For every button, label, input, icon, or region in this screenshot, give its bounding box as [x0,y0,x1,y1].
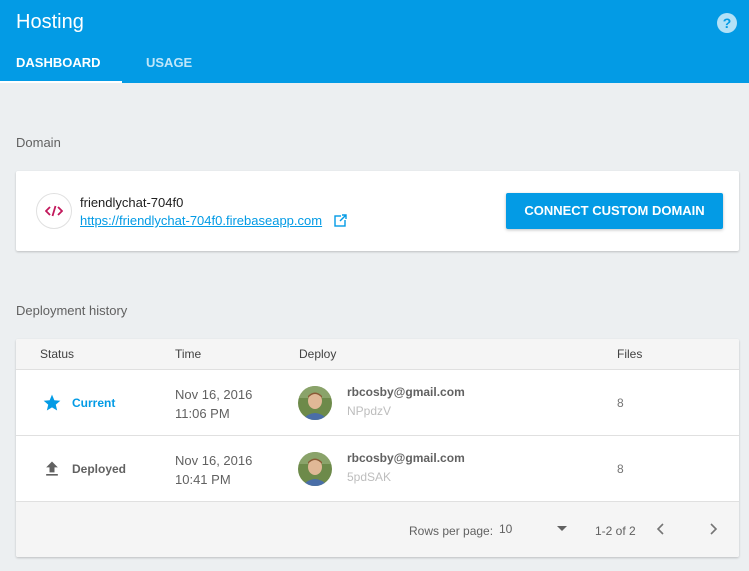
deploy-date: Nov 16, 2016 [175,453,253,468]
help-icon[interactable]: ? [717,13,737,33]
deployment-table: Status Time Deploy Files Current Nov 16,… [16,339,739,557]
file-count: 8 [617,396,624,410]
deploy-hash: NPpdzV [347,404,392,418]
deploy-time: Nov 16, 2016 10:41 PM [175,451,252,489]
table-row[interactable]: Current Nov 16, 2016 11:06 PM rbcosby@gm… [16,370,739,436]
tab-bar: DASHBOARD USAGE [0,42,216,83]
dropdown-arrow-icon[interactable] [557,526,567,531]
chevron-right-icon[interactable] [705,520,721,538]
star-icon [42,393,62,413]
avatar [298,386,332,420]
pagination-range: 1-2 of 2 [595,524,636,538]
page-title: Hosting [16,11,84,33]
column-files[interactable]: Files [617,347,642,361]
tab-dashboard[interactable]: DASHBOARD [0,42,122,83]
avatar [298,452,332,486]
table-footer: Rows per page: 10 1-2 of 2 [16,502,739,557]
app-header: Hosting ? DASHBOARD USAGE [0,0,749,83]
deployer-email: rbcosby@gmail.com [347,451,465,465]
deploy-time: Nov 16, 2016 11:06 PM [175,385,252,423]
column-status[interactable]: Status [40,347,74,361]
table-header: Status Time Deploy Files [16,339,739,370]
table-row[interactable]: Deployed Nov 16, 2016 10:41 PM rbcosby@g… [16,436,739,502]
domain-card: friendlychat-704f0 https://friendlychat-… [16,171,739,251]
deploy-date: Nov 16, 2016 [175,387,253,402]
deploy-clock: 11:06 PM [175,406,230,421]
status-label: Deployed [72,462,127,476]
column-deploy[interactable]: Deploy [299,347,336,361]
site-name: friendlychat-704f0 [80,195,184,210]
column-time[interactable]: Time [175,347,201,361]
rows-per-page-label: Rows per page: [409,524,494,538]
upload-icon [42,459,62,479]
deployment-history-label: Deployment history [16,303,128,318]
open-in-new-icon[interactable] [334,214,347,227]
code-icon [36,193,72,229]
site-url-link[interactable]: https://friendlychat-704f0.firebaseapp.c… [80,213,322,228]
deployer-email: rbcosby@gmail.com [347,385,465,399]
tab-usage[interactable]: USAGE [122,42,216,83]
rows-per-page-select[interactable]: 10 [499,522,512,536]
connect-custom-domain-button[interactable]: CONNECT CUSTOM DOMAIN [506,193,723,229]
status-label: Current [72,396,116,410]
chevron-left-icon[interactable] [653,520,669,538]
domain-section-label: Domain [16,135,61,150]
deploy-hash: 5pdSAK [347,470,392,484]
file-count: 8 [617,462,624,476]
deploy-clock: 10:41 PM [175,472,231,487]
